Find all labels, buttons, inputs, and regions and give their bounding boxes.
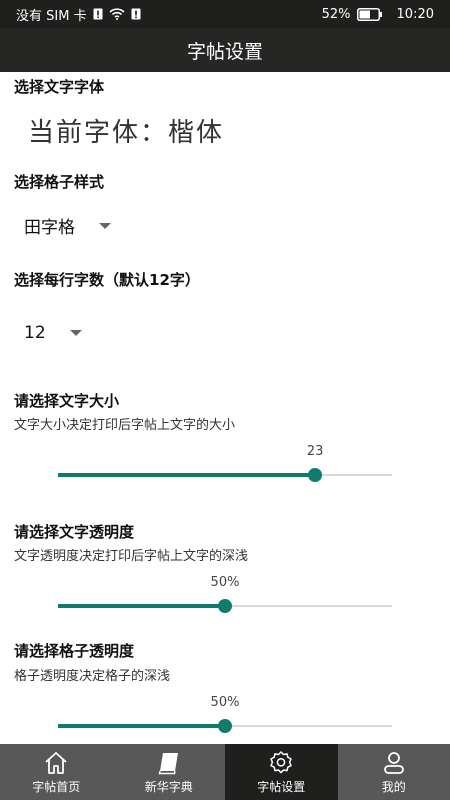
wifi-icon [109,8,125,20]
slider-fill [58,473,316,477]
bottom-tab-bar: 字帖首页 新华字典 字帖设置 我的 [0,744,450,800]
font-section-title: 选择文字字体 [14,78,105,96]
dropdown-arrow-icon [69,330,82,336]
slider-fill [58,724,225,728]
text-opacity-slider[interactable] [58,598,392,614]
status-bar: 没有 SIM 卡 52% 10:20 [0,0,450,28]
tab-home[interactable]: 字帖首页 [0,744,113,800]
book-icon [158,753,178,775]
text-size-value: 23 [306,444,324,459]
text-opacity-title: 请选择文字透明度 [14,523,135,541]
page-title: 字帖设置 [186,40,263,63]
grid-style-title: 选择格子样式 [14,173,105,191]
text-size-title: 请选择文字大小 [14,392,120,410]
text-size-desc: 文字大小决定打印后字帖上文字的大小 [14,418,236,433]
text-opacity-value: 50% [210,575,240,590]
gear-icon [270,751,292,774]
tab-label: 字帖首页 [32,780,81,794]
grid-opacity-desc: 格子透明度决定格子的深浅 [14,669,171,684]
user-icon [383,752,404,774]
settings-content[interactable]: 选择文字字体 当前字体：楷体 选择格子样式 田字格 选择每行字数（默认12字） … [0,72,450,744]
text-opacity-desc: 文字透明度决定打印后字帖上文字的深浅 [14,549,249,564]
tab-label: 新华字典 [144,780,193,794]
grid-opacity-value: 50% [210,695,240,710]
grid-opacity-slider[interactable] [58,718,392,734]
alert-badge-icon [131,8,141,20]
tab-profile[interactable]: 我的 [338,744,450,800]
grid-opacity-title: 请选择格子透明度 [14,642,135,660]
battery-icon [356,7,383,21]
grid-style-value: 田字格 [24,218,75,238]
status-right: 52% 10:20 [322,7,434,22]
sim-alert-icon [93,8,103,20]
carrier-text: 没有 SIM 卡 [16,8,87,24]
tab-dictionary[interactable]: 新华字典 [113,744,226,800]
dropdown-arrow-icon [99,222,111,229]
app-bar: 字帖设置 [0,28,450,72]
clock: 10:20 [396,6,434,22]
tab-settings[interactable]: 字帖设置 [225,744,338,800]
per-line-value: 12 [24,323,46,343]
current-font-display[interactable]: 当前字体：楷体 [28,112,224,149]
per-line-title: 选择每行字数（默认12字） [14,271,200,289]
status-left: 没有 SIM 卡 [16,5,141,24]
grid-style-dropdown[interactable]: 田字格 [24,213,111,238]
slider-thumb[interactable] [218,719,232,733]
per-line-dropdown[interactable]: 12 [24,323,82,343]
home-icon [45,752,67,774]
slider-fill [58,604,225,608]
battery-percent: 52% [321,6,351,22]
tab-label: 我的 [381,780,406,794]
slider-thumb[interactable] [218,599,232,613]
tab-label: 字帖设置 [257,780,306,794]
slider-thumb[interactable] [308,468,323,482]
text-size-slider[interactable] [58,467,392,483]
